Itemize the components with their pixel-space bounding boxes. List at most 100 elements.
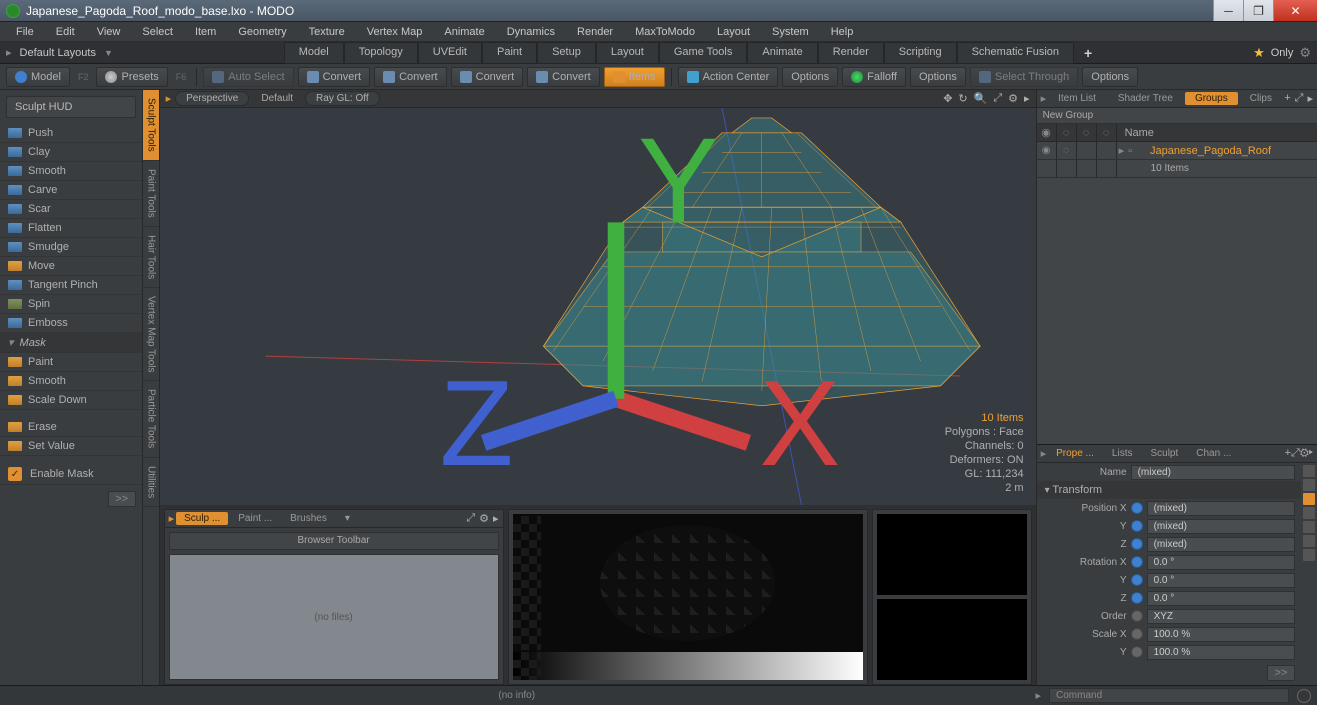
minimize-button[interactable]: ─ (1213, 0, 1243, 21)
position-y-field[interactable]: (mixed) (1147, 519, 1295, 534)
position-z-field[interactable]: (mixed) (1147, 537, 1295, 552)
tool-mask-smooth[interactable]: Smooth (0, 372, 142, 391)
tab-groups[interactable]: Groups (1185, 92, 1238, 105)
render-preview-top[interactable] (877, 514, 1027, 595)
group-row[interactable]: ◉ ◌ ▸ ▫ Japanese_Pagoda_Roof (1037, 142, 1317, 160)
group-list[interactable]: ◉ ◌ ▸ ▫ Japanese_Pagoda_Roof 10 Items (1037, 142, 1317, 444)
tab-lists[interactable]: Lists (1104, 447, 1141, 460)
maximize-button[interactable]: ❐ (1243, 0, 1273, 21)
vtab-utilities[interactable]: Utilities (143, 458, 159, 507)
convert-button-2[interactable]: Convert (374, 67, 447, 87)
new-group-button[interactable]: New Group (1037, 108, 1317, 124)
transform-header[interactable]: ▾ Transform (1037, 481, 1301, 499)
scale-y-field[interactable]: 100.0 % (1147, 645, 1295, 660)
menu-help[interactable]: Help (821, 24, 864, 40)
side-icon[interactable] (1303, 535, 1315, 547)
menu-system[interactable]: System (762, 24, 819, 40)
vtab-sculpt[interactable]: Sculpt Tools (143, 90, 159, 161)
channel-dot[interactable] (1131, 592, 1143, 604)
rotation-y-field[interactable]: 0.0 ° (1147, 573, 1295, 588)
tab-animate[interactable]: Animate (747, 42, 817, 64)
tool-mask-scaledown[interactable]: Scale Down (0, 391, 142, 410)
tool-smudge[interactable]: Smudge (0, 238, 142, 257)
side-icon[interactable] (1303, 479, 1315, 491)
default-layouts-dropdown[interactable]: Default Layouts (12, 45, 104, 61)
axis-widget[interactable]: X Y Z (178, 108, 1036, 487)
menu-texture[interactable]: Texture (299, 24, 355, 40)
sculpt-hud-button[interactable]: Sculpt HUD (6, 96, 136, 118)
vis-icon[interactable]: ◉ (1037, 142, 1057, 159)
tab-chan[interactable]: Chan ... (1188, 447, 1239, 460)
options-button-1[interactable]: Options (782, 67, 838, 87)
command-field[interactable]: Command (1049, 688, 1289, 703)
group-name[interactable]: Japanese_Pagoda_Roof (1134, 145, 1271, 157)
name-field[interactable]: (mixed) (1131, 465, 1295, 480)
side-icon-active[interactable] (1303, 493, 1315, 505)
tool-push[interactable]: Push (0, 124, 142, 143)
menu-edit[interactable]: Edit (46, 24, 85, 40)
tab-sculpt[interactable]: Sculpt (1142, 447, 1186, 460)
viewport-raygl-button[interactable]: Ray GL: Off (305, 91, 380, 106)
side-icon[interactable] (1303, 465, 1315, 477)
vtab-particle[interactable]: Particle Tools (143, 381, 159, 457)
vtab-paint[interactable]: Paint Tools (143, 161, 159, 227)
tab-properties[interactable]: Prope ... (1048, 447, 1102, 460)
model-button[interactable]: Model (6, 67, 70, 87)
tab-schematic[interactable]: Schematic Fusion (957, 42, 1074, 64)
tab-itemlist[interactable]: Item List (1048, 92, 1106, 105)
move-view-icon[interactable]: ✥ (943, 92, 952, 105)
menu-item[interactable]: Item (185, 24, 226, 40)
tab-paint[interactable]: Paint (482, 42, 537, 64)
view-more-icon[interactable]: ▸ (1024, 92, 1030, 105)
render-preview-bottom[interactable] (877, 599, 1027, 680)
viewport-perspective-dropdown[interactable]: Perspective (175, 91, 249, 106)
file-browser-area[interactable]: (no files) (169, 554, 499, 680)
options-button-3[interactable]: Options (1082, 67, 1138, 87)
fit-view-icon[interactable]: ⤢ (993, 92, 1002, 105)
expand-icon[interactable]: ⤢ (466, 512, 475, 525)
channel-dot[interactable] (1131, 538, 1143, 550)
zoom-view-icon[interactable]: 🔍 (974, 92, 988, 105)
channel-dot[interactable] (1131, 520, 1143, 532)
tool-emboss[interactable]: Emboss (0, 314, 142, 333)
position-x-field[interactable]: (mixed) (1147, 501, 1295, 516)
vis-col-icon[interactable]: ◉ (1037, 124, 1057, 141)
settings-icon[interactable]: ⚙ (1299, 45, 1311, 61)
side-icon[interactable] (1303, 549, 1315, 561)
3d-viewport[interactable]: 10 Items Polygons : Face Channels: 0 Def… (160, 108, 1036, 505)
channel-dot[interactable] (1131, 502, 1143, 514)
tab-gametools[interactable]: Game Tools (659, 42, 748, 64)
panel-gear-icon[interactable]: ⚙ (479, 512, 489, 525)
menu-animate[interactable]: Animate (434, 24, 494, 40)
side-icon[interactable] (1303, 521, 1315, 533)
rotation-z-field[interactable]: 0.0 ° (1147, 591, 1295, 606)
col-icon[interactable]: ◌ (1077, 124, 1097, 141)
tab-setup[interactable]: Setup (537, 42, 596, 64)
tab-dropdown-icon[interactable]: ▾ (337, 512, 358, 525)
tab-scripting[interactable]: Scripting (884, 42, 957, 64)
only-label[interactable]: Only (1271, 47, 1294, 59)
tool-carve[interactable]: Carve (0, 181, 142, 200)
lock-col-icon[interactable]: ◌ (1057, 124, 1077, 141)
menu-view[interactable]: View (87, 24, 131, 40)
view-gear-icon[interactable]: ⚙ (1008, 92, 1018, 105)
close-button[interactable]: ✕ (1273, 0, 1317, 21)
side-icon[interactable] (1303, 507, 1315, 519)
viewport-default-dropdown[interactable]: Default (253, 92, 301, 105)
tool-clay[interactable]: Clay (0, 143, 142, 162)
tab-sculp[interactable]: Sculp ... (176, 512, 228, 525)
tool-flatten[interactable]: Flatten (0, 219, 142, 238)
enable-mask-checkbox[interactable]: ✓Enable Mask (0, 464, 142, 485)
tab-model[interactable]: Model (284, 42, 344, 64)
scale-x-field[interactable]: 100.0 % (1147, 627, 1295, 642)
convert-button-1[interactable]: Convert (298, 67, 371, 87)
menu-render[interactable]: Render (567, 24, 623, 40)
more-props-button[interactable]: >> (1267, 665, 1295, 681)
menu-select[interactable]: Select (132, 24, 183, 40)
tool-smooth[interactable]: Smooth (0, 162, 142, 181)
lock-icon[interactable]: ◌ (1057, 142, 1077, 159)
menu-file[interactable]: File (6, 24, 44, 40)
record-icon[interactable] (1297, 689, 1311, 703)
rotation-x-field[interactable]: 0.0 ° (1147, 555, 1295, 570)
select-through-button[interactable]: Select Through (970, 67, 1078, 87)
